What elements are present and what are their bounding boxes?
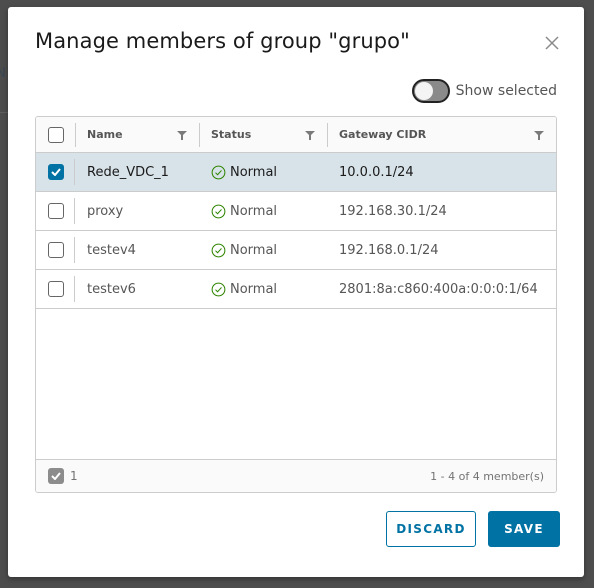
toggle-knob <box>414 82 433 100</box>
row-checkbox[interactable] <box>47 242 64 258</box>
row-cidr: 192.168.30.1/24 <box>339 203 447 219</box>
grid-footer: 1 1 - 4 of 4 member(s) <box>36 459 556 492</box>
grid-body: Rede_VDC_1 Normal 10.0.0.1/24 proxy Norm… <box>36 153 556 309</box>
grid-header: Name Status Gateway CIDR <box>36 117 556 153</box>
table-row[interactable]: testev4 Normal 192.168.0.1/24 <box>36 231 556 270</box>
row-name: proxy <box>87 203 124 219</box>
members-datagrid: Name Status Gateway CIDR Rede_VDC_1 Norm… <box>35 116 557 493</box>
close-icon <box>545 36 559 50</box>
table-row[interactable]: Rede_VDC_1 Normal 10.0.0.1/24 <box>36 153 556 192</box>
filter-icon[interactable] <box>305 130 315 140</box>
show-selected-label: Show selected <box>455 83 557 99</box>
cell-gateway-cidr: 192.168.0.1/24 <box>327 231 556 269</box>
selection-count: 1 <box>48 468 78 484</box>
row-status: Normal <box>230 203 278 219</box>
show-selected-toggle-row: Show selected <box>411 79 557 103</box>
row-cidr: 192.168.0.1/24 <box>339 242 439 258</box>
row-name: testev6 <box>87 281 136 297</box>
cell-name: testev6 <box>75 270 199 308</box>
pagination-description: 1 - 4 of 4 member(s) <box>430 469 544 483</box>
column-separator <box>327 123 328 147</box>
column-label: Name <box>87 128 123 141</box>
row-select-cell <box>36 231 75 269</box>
column-label: Status <box>211 128 252 141</box>
discard-button[interactable]: DISCARD <box>386 511 476 547</box>
row-name: testev4 <box>87 242 136 258</box>
row-select-cell <box>36 192 75 230</box>
cell-gateway-cidr: 2801:8a:c860:400a:0:0:0:1/64 <box>327 270 556 308</box>
filter-icon[interactable] <box>177 130 187 140</box>
cell-name: Rede_VDC_1 <box>75 153 199 191</box>
row-separator <box>74 276 75 302</box>
cell-status: Normal <box>199 192 327 230</box>
check-circle-icon <box>211 243 226 257</box>
cell-gateway-cidr: 10.0.0.1/24 <box>327 153 556 191</box>
row-status: Normal <box>230 242 278 258</box>
cell-gateway-cidr: 192.168.30.1/24 <box>327 192 556 230</box>
table-row[interactable]: testev6 Normal 2801:8a:c860:400a:0:0:0:1… <box>36 270 556 309</box>
table-row[interactable]: proxy Normal 192.168.30.1/24 <box>36 192 556 231</box>
row-status: Normal <box>230 281 278 297</box>
row-separator <box>74 237 75 263</box>
select-all-checkbox[interactable] <box>47 126 64 143</box>
cell-status: Normal <box>199 270 327 308</box>
row-cidr: 2801:8a:c860:400a:0:0:0:1/64 <box>339 281 538 297</box>
backdrop-page-text: N <box>0 66 6 81</box>
filter-icon[interactable] <box>534 130 544 140</box>
show-selected-toggle[interactable] <box>411 79 450 103</box>
column-label: Gateway CIDR <box>339 128 427 141</box>
row-checkbox[interactable] <box>47 203 64 219</box>
column-header-status[interactable]: Status <box>199 117 327 152</box>
backdrop-divider <box>0 112 8 113</box>
check-circle-icon <box>211 204 226 218</box>
row-name: Rede_VDC_1 <box>87 164 169 180</box>
cell-name: proxy <box>75 192 199 230</box>
header-select-all-cell <box>36 117 75 152</box>
row-separator <box>74 159 75 185</box>
dialog-title: Manage members of group "grupo" <box>35 29 410 53</box>
check-circle-icon <box>211 282 226 296</box>
close-button[interactable] <box>541 32 563 54</box>
cell-status: Normal <box>199 231 327 269</box>
selected-check-icon <box>48 468 64 484</box>
manage-members-dialog: Manage members of group "grupo" Show sel… <box>8 7 584 577</box>
column-header-gateway-cidr[interactable]: Gateway CIDR <box>327 117 556 152</box>
column-header-name[interactable]: Name <box>75 117 199 152</box>
column-separator <box>199 123 200 147</box>
row-cidr: 10.0.0.1/24 <box>339 164 414 180</box>
column-separator <box>75 123 76 147</box>
cell-status: Normal <box>199 153 327 191</box>
row-select-cell <box>36 270 75 308</box>
row-select-cell <box>36 153 75 191</box>
row-status: Normal <box>230 164 278 180</box>
cell-name: testev4 <box>75 231 199 269</box>
save-button[interactable]: SAVE <box>488 511 560 547</box>
row-checkbox[interactable] <box>47 281 64 297</box>
row-separator <box>74 198 75 224</box>
selected-count-value: 1 <box>70 469 78 483</box>
row-checkbox[interactable] <box>47 164 64 180</box>
check-circle-icon <box>211 165 226 179</box>
